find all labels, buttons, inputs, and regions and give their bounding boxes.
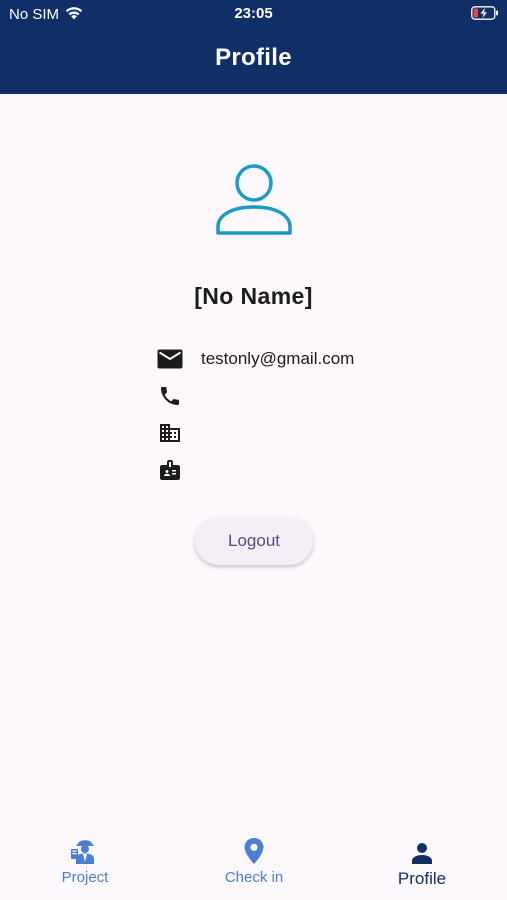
tab-check-in[interactable]: Check in bbox=[179, 835, 329, 886]
phone-row bbox=[157, 383, 201, 409]
email-icon bbox=[157, 346, 183, 372]
app-header: No SIM 23:05 Profile bbox=[0, 0, 507, 94]
page-title: Profile bbox=[215, 44, 292, 71]
person-icon bbox=[410, 835, 434, 865]
tab-profile-label: Profile bbox=[397, 869, 447, 888]
battery-charging-icon bbox=[471, 6, 499, 24]
email-row: testonly@gmail.com bbox=[157, 346, 354, 372]
id-badge-icon bbox=[157, 457, 183, 483]
tab-check-in-label: Check in bbox=[224, 869, 284, 886]
bottom-tab-bar: Project Check in Profile bbox=[0, 825, 507, 900]
building-icon bbox=[157, 420, 183, 446]
company-row bbox=[157, 420, 201, 446]
status-bar: No SIM 23:05 bbox=[0, 0, 507, 28]
clock: 23:05 bbox=[234, 5, 273, 22]
badge-row bbox=[157, 457, 201, 483]
person-outline-icon bbox=[210, 158, 298, 240]
location-pin-icon bbox=[243, 835, 265, 865]
profile-name: [No Name] bbox=[194, 283, 313, 309]
tab-project[interactable]: Project bbox=[10, 835, 160, 886]
tab-profile[interactable]: Profile bbox=[347, 835, 497, 889]
email-value: testonly@gmail.com bbox=[201, 349, 355, 368]
logout-button[interactable]: Logout bbox=[195, 517, 313, 565]
worker-icon bbox=[70, 835, 100, 865]
tab-project-label: Project bbox=[61, 869, 109, 886]
phone-icon bbox=[157, 383, 183, 409]
